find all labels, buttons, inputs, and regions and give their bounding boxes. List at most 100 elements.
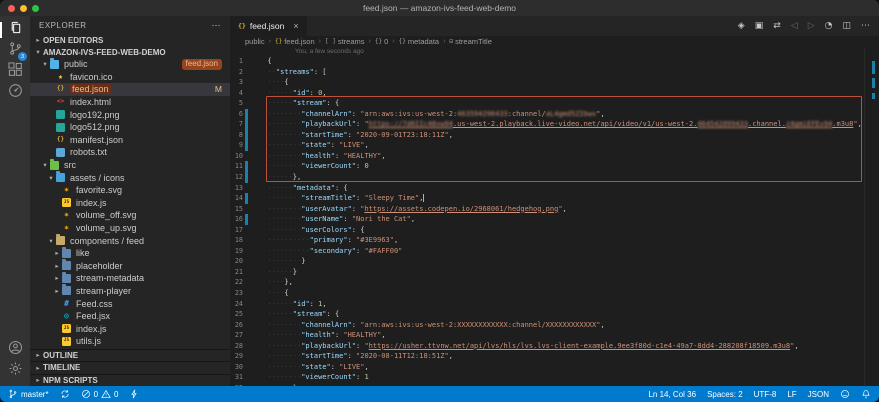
eol-sequence[interactable]: LF: [787, 390, 796, 399]
more-actions-icon[interactable]: ⋯: [212, 20, 222, 31]
encoding[interactable]: UTF-8: [754, 390, 777, 399]
line-number[interactable]: 21: [230, 267, 244, 278]
code-line[interactable]: 28 ········"playbackUrl": "https://usher.…: [230, 341, 879, 352]
line-number[interactable]: 4: [230, 88, 244, 99]
breadcrumb-item-public[interactable]: public: [245, 37, 265, 46]
tree-item-robots-txt[interactable]: robots.txt: [30, 146, 230, 159]
line-number[interactable]: 27: [230, 330, 244, 341]
close-icon[interactable]: ×: [293, 21, 298, 31]
tree-item-public[interactable]: ▾ public feed.json: [30, 57, 230, 71]
indentation[interactable]: Spaces: 2: [707, 390, 743, 399]
tree-item-utils-js[interactable]: JS utils.js: [30, 335, 230, 348]
tree-item-feed-css[interactable]: # Feed.css: [30, 297, 230, 310]
line-number[interactable]: 30: [230, 362, 244, 373]
problems-button[interactable]: 0 0: [81, 389, 118, 399]
code-line[interactable]: 19 ··········"secondary": "#FAFF00": [230, 246, 879, 257]
tree-item-stream-player[interactable]: ▸ stream-player: [30, 284, 230, 298]
sidebar-section-outline[interactable]: ▸ OUTLINE: [30, 348, 230, 362]
line-number[interactable]: 9: [230, 140, 244, 151]
tree-item-stream-metadata[interactable]: ▸ stream-metadata: [30, 271, 230, 285]
code-line[interactable]: 21 ······}: [230, 267, 879, 278]
tree-item-volume-up-svg[interactable]: ∗ volume_up.svg: [30, 222, 230, 235]
tree-item-index-js[interactable]: JS index.js: [30, 322, 230, 335]
tree-item-assets-icons[interactable]: ▾ assets / icons: [30, 171, 230, 184]
line-number[interactable]: 29: [230, 351, 244, 362]
code-line[interactable]: 15 ········"userAvatar": "https://assets.…: [230, 204, 879, 215]
breadcrumb-item-feed-json[interactable]: {} feed.json: [275, 37, 315, 46]
line-number[interactable]: 13: [230, 183, 244, 194]
line-number[interactable]: 18: [230, 235, 244, 246]
tree-item-feed-json[interactable]: {} feed.json M: [30, 83, 230, 96]
minimize-window-button[interactable]: [20, 4, 27, 12]
breadcrumb-item-0[interactable]: {} 0: [375, 37, 388, 46]
tree-item-components-feed[interactable]: ▾ components / feed: [30, 234, 230, 247]
tree-item-volume-off-svg[interactable]: ∗ volume_off.svg: [30, 209, 230, 222]
line-number[interactable]: 25: [230, 309, 244, 320]
code-line[interactable]: 6 ········"channelArn": "arn:aws:ivs:us-w…: [230, 108, 879, 120]
code-line[interactable]: 31 ········"viewerCount": 1: [230, 372, 879, 383]
code-line[interactable]: 23 ····{: [230, 288, 879, 299]
gitlens-status-button[interactable]: [129, 389, 139, 399]
code-line[interactable]: 25 ······"stream": {: [230, 309, 879, 320]
code-line[interactable]: 16 ········"userName": "Nori the Cat",: [230, 214, 879, 225]
breadcrumb-item-streamtitle[interactable]: ⊟ streamTitle: [449, 37, 491, 46]
tree-item-favicon-ico[interactable]: ★ favicon.ico: [30, 71, 230, 84]
next-change-icon[interactable]: ▷: [808, 21, 815, 31]
split-editor-icon[interactable]: ◫: [842, 21, 851, 31]
tree-item-logo192-png[interactable]: logo192.png: [30, 108, 230, 121]
code-line[interactable]: 7 ········"playbackUrl": "https://7d6IIc4…: [230, 119, 879, 130]
git-branch-button[interactable]: master*: [8, 389, 49, 399]
line-number[interactable]: 2: [230, 67, 244, 78]
open-editors-section[interactable]: ▸ OPEN EDITORS: [30, 34, 230, 46]
code-line[interactable]: 18 ··········"primary": "#3E9963",: [230, 235, 879, 246]
breadcrumb-item-metadata[interactable]: {} metadata: [399, 37, 440, 46]
code-line[interactable]: 5 ······"stream": {: [230, 98, 879, 109]
line-number[interactable]: 1: [230, 56, 244, 67]
line-number[interactable]: 17: [230, 225, 244, 236]
code-line[interactable]: 4 ······"id": 0,: [230, 88, 879, 99]
line-number[interactable]: 19: [230, 246, 244, 257]
code-line[interactable]: 29 ········"startTime": "2020-08-11T12:18…: [230, 351, 879, 362]
compare-changes-icon[interactable]: ▣: [755, 21, 764, 31]
tree-item-favorite-svg[interactable]: ∗ favorite.svg: [30, 184, 230, 197]
line-number[interactable]: 20: [230, 256, 244, 267]
code-line[interactable]: 12 ······},: [230, 172, 879, 183]
line-number[interactable]: 26: [230, 320, 244, 331]
line-number[interactable]: 5: [230, 98, 244, 109]
line-number[interactable]: 3: [230, 77, 244, 88]
zoom-window-button[interactable]: [32, 4, 39, 12]
project-root-section[interactable]: ▾ AMAZON-IVS-FEED-WEB-DEMO: [30, 46, 230, 58]
activity-explorer-button[interactable]: [0, 20, 30, 40]
code-line[interactable]: 24 ······"id": 1,: [230, 299, 879, 310]
feedback-smiley-icon[interactable]: [840, 389, 850, 399]
activity-extensions-button[interactable]: [0, 62, 30, 82]
code-line[interactable]: 22 ····},: [230, 277, 879, 288]
line-number[interactable]: 23: [230, 288, 244, 299]
cursor-position[interactable]: Ln 14, Col 36: [648, 390, 696, 399]
code-line[interactable]: 20 ········}: [230, 256, 879, 267]
line-number[interactable]: 6: [230, 109, 244, 120]
tree-item-placeholder[interactable]: ▸ placeholder: [30, 259, 230, 273]
activity-accounts-button[interactable]: [0, 340, 30, 360]
code-line[interactable]: 30 ········"state": "LIVE",: [230, 362, 879, 373]
line-number[interactable]: 28: [230, 341, 244, 352]
code-line[interactable]: 9 ········"state": "LIVE",: [230, 140, 879, 151]
line-number[interactable]: 14: [230, 193, 244, 204]
line-number[interactable]: 12: [230, 172, 244, 183]
code-line[interactable]: 1{: [230, 56, 879, 67]
timeline-icon[interactable]: ◔: [825, 21, 833, 31]
code-editor[interactable]: You, a few seconds ago 1{2 ··"streams": […: [230, 47, 879, 386]
code-line[interactable]: 13 ······"metadata": {: [230, 183, 879, 194]
tree-item-index-html[interactable]: <> index.html: [30, 96, 230, 109]
breadcrumb-item-streams[interactable]: [ ] streams: [325, 37, 365, 46]
line-number[interactable]: 31: [230, 372, 244, 383]
gitlens-icon[interactable]: ◈: [738, 21, 745, 31]
sidebar-section-timeline[interactable]: ▸ TIMELINE: [30, 361, 230, 374]
code-line[interactable]: 14 ········"streamTitle": "Sleepy Time",: [230, 193, 879, 204]
sidebar-section-npm-scripts[interactable]: ▸ NPM SCRIPTS: [30, 373, 230, 387]
tree-item-index-js[interactable]: JS index.js: [30, 197, 230, 210]
tree-item-feed-jsx[interactable]: ◎ Feed.jsx: [30, 310, 230, 323]
code-line[interactable]: 2 ··"streams": [: [230, 67, 879, 78]
code-line[interactable]: 32 ······},: [230, 383, 879, 386]
tree-item-manifest-json[interactable]: {} manifest.json: [30, 134, 230, 147]
